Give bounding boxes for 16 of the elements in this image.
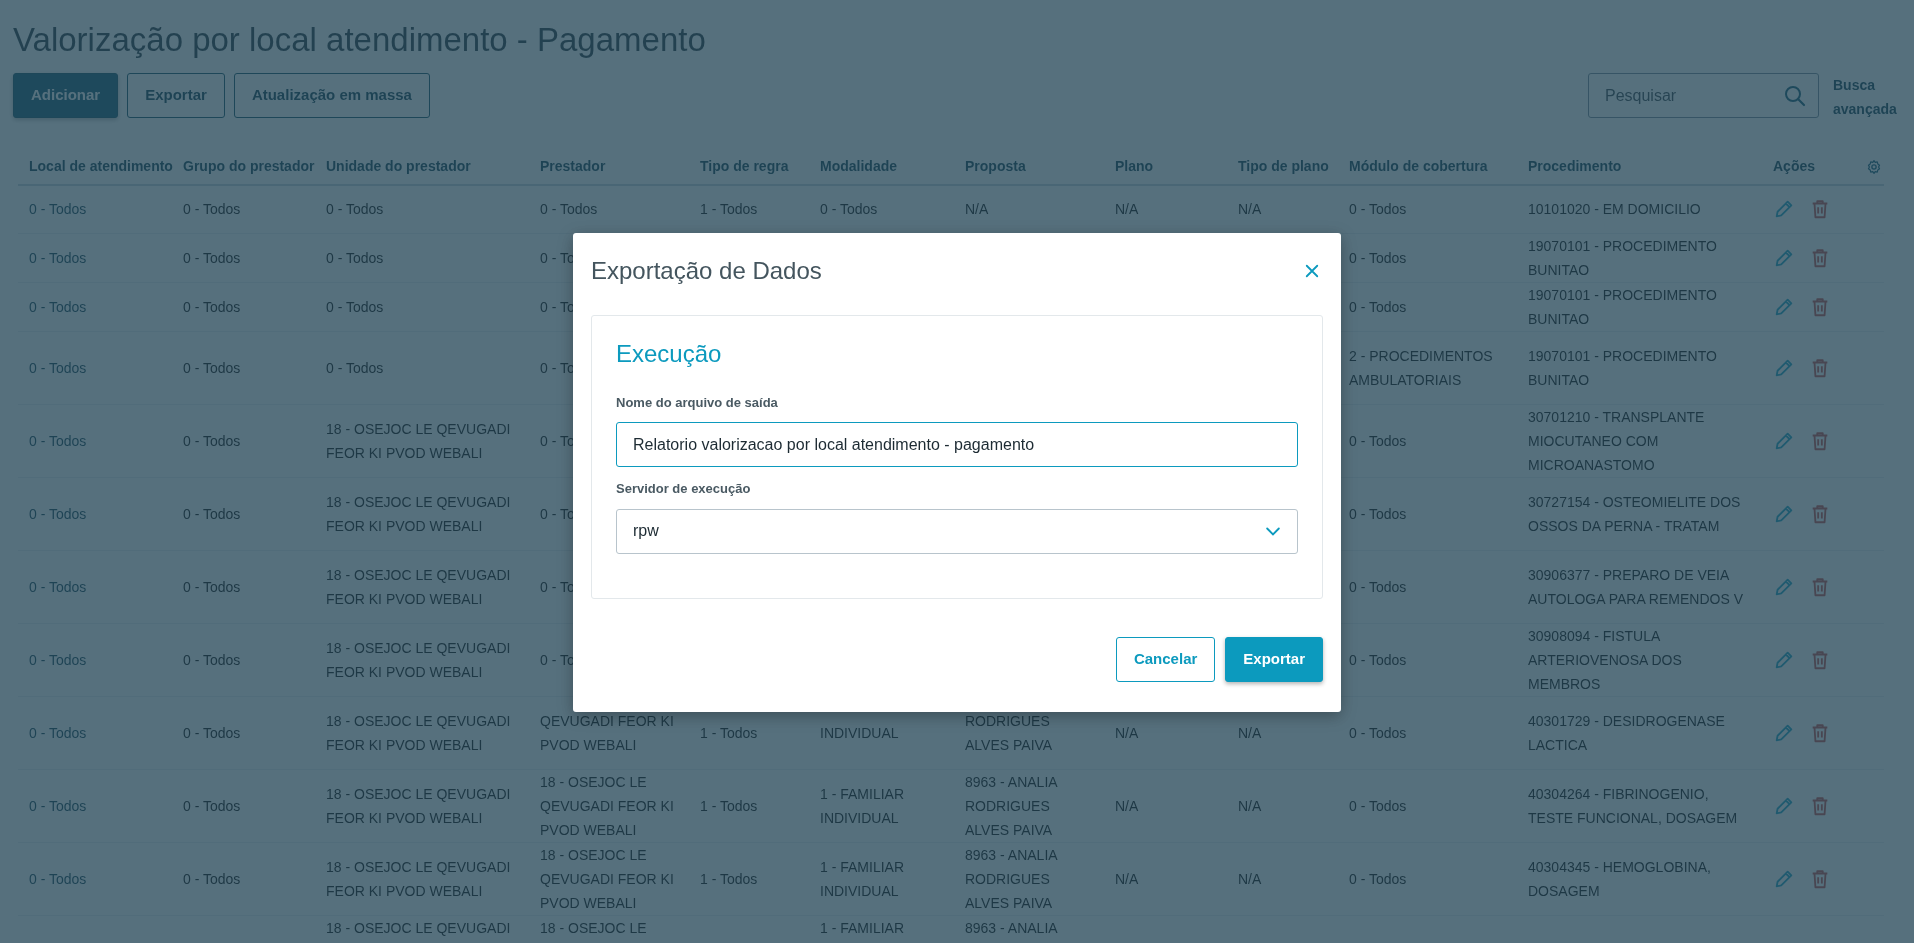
location-link[interactable]: 0 - Todos — [29, 797, 87, 814]
location-link[interactable]: 0 - Todos — [29, 578, 87, 595]
location-link[interactable]: 0 - Todos — [29, 298, 87, 315]
location-link[interactable]: 0 - Todos — [29, 432, 87, 449]
select-field[interactable]: rpw — [616, 508, 1298, 554]
location-link[interactable]: 0 - Todos — [29, 651, 87, 668]
location-link[interactable]: 0 - Todos — [29, 505, 87, 522]
location-link[interactable]: 0 - Todos — [29, 870, 87, 887]
export-button[interactable]: Exportar — [1225, 636, 1323, 682]
location-link[interactable]: 0 - Todos — [29, 724, 87, 741]
location-link[interactable]: 0 - Todos — [29, 359, 87, 376]
input-field[interactable]: Relatorio valorizacao por local atendimento - pagamento — [616, 422, 1298, 468]
location-link[interactable]: 0 - Todos — [29, 249, 87, 266]
close-icon — [1303, 262, 1321, 280]
cancel-button[interactable]: Cancelar — [1115, 636, 1216, 682]
location-link[interactable]: 0 - Todos — [29, 201, 87, 218]
